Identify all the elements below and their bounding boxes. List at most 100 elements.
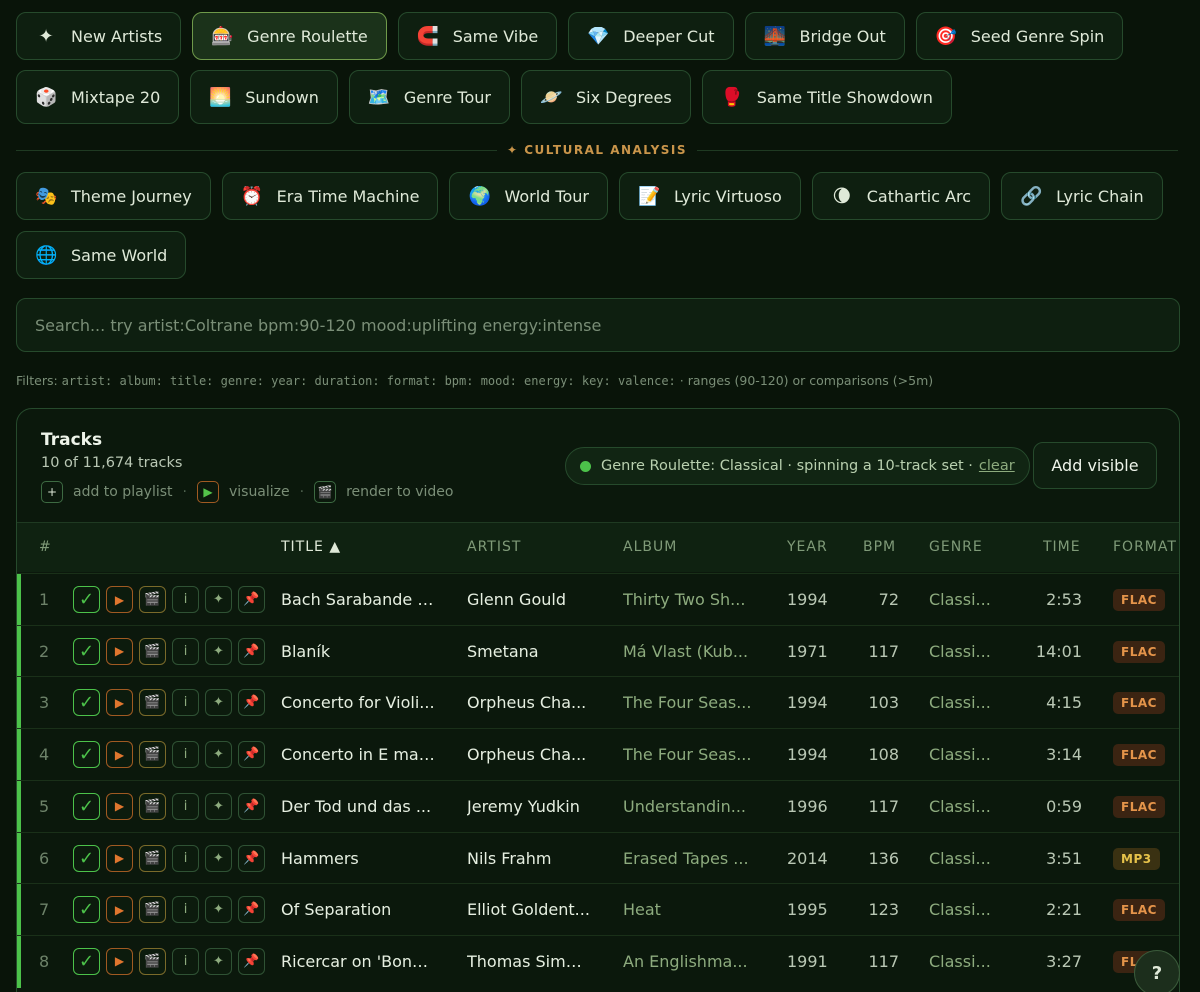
add-to-playlist-button[interactable]: ✓ [73, 947, 100, 975]
render-to-video-button[interactable]: 🎬 [139, 741, 166, 769]
status-text: Genre Roulette: Classical · spinning a 1… [601, 458, 973, 474]
tracks-count: 10 of 11,674 tracks [41, 455, 183, 471]
visualize-button[interactable]: ▶ [106, 792, 133, 820]
info-button[interactable]: i [172, 637, 199, 665]
mode-button-lyric-virtuoso[interactable]: 📝 Lyric Virtuoso [618, 172, 801, 220]
info-button[interactable]: i [172, 792, 199, 820]
visualize-button[interactable]: ▶ [106, 586, 133, 613]
add-to-playlist-button[interactable]: ✓ [73, 741, 100, 769]
info-button[interactable]: i [172, 586, 199, 613]
filter-hint: Filters: artist: album: title: genre: ye… [16, 373, 933, 388]
visualize-button[interactable]: ▶ [106, 896, 133, 924]
mode-button-same-world[interactable]: 🌐 Same World [16, 231, 187, 279]
mode-button-deeper-cut[interactable]: 💎 Deeper Cut [568, 12, 734, 60]
column-header-artist[interactable]: ARTIST [467, 539, 521, 555]
column-header-time[interactable]: TIME [1043, 539, 1081, 555]
column-header-album[interactable]: ALBUM [623, 539, 677, 555]
mode-button-world-tour[interactable]: 🌍 World Tour [449, 172, 608, 220]
add-to-playlist-button[interactable]: ✓ [73, 896, 100, 924]
table-row[interactable]: 7 ✓ ▶ 🎬 i ✦ 📌 Of Separation Elliot Goldent... Hea… [17, 883, 1179, 937]
info-button[interactable]: i [172, 689, 199, 717]
track-bpm: 103 [868, 693, 899, 713]
mode-button-new-artists[interactable]: ✦ New Artists [16, 12, 182, 60]
mode-button-genre-tour[interactable]: 🗺️ Genre Tour [348, 70, 510, 124]
similar-button[interactable]: ✦ [205, 896, 232, 924]
pin-button[interactable]: 📌 [238, 689, 265, 717]
column-header-number[interactable]: # [39, 539, 52, 555]
visualize-button[interactable]: ▶ [106, 844, 133, 872]
add-to-playlist-button[interactable]: ✓ [73, 689, 100, 717]
info-button[interactable]: i [172, 947, 199, 975]
mode-button-same-vibe[interactable]: 🧲 Same Vibe [397, 12, 558, 60]
mode-button-seed-genre-spin[interactable]: 🎯 Seed Genre Spin [915, 12, 1124, 60]
pin-button[interactable]: 📌 [238, 896, 265, 924]
visualize-button[interactable]: ▶ [106, 741, 133, 769]
pin-button[interactable]: 📌 [238, 637, 265, 665]
pin-button[interactable]: 📌 [238, 947, 265, 975]
help-button[interactable]: ? [1134, 950, 1180, 992]
table-row[interactable]: 3 ✓ ▶ 🎬 i ✦ 📌 Concerto for Violi... Orpheus Cha.… [17, 676, 1179, 730]
search-input[interactable] [16, 298, 1180, 352]
alarm-clock-icon: ⏰ [240, 185, 264, 207]
moon-icon: 🌘 [832, 185, 852, 207]
pin-button[interactable]: 📌 [238, 586, 265, 613]
column-header-format[interactable]: FORMAT [1113, 539, 1177, 555]
add-to-playlist-button[interactable]: ✓ [73, 844, 100, 872]
mode-button-mixtape-20[interactable]: 🎲 Mixtape 20 [16, 70, 180, 124]
render-to-video-button[interactable]: 🎬 [139, 586, 166, 613]
pin-button[interactable]: 📌 [238, 792, 265, 820]
render-to-video-button[interactable]: 🎬 [139, 844, 166, 872]
mode-button-era-time-machine[interactable]: ⏰ Era Time Machine [221, 172, 439, 220]
add-to-playlist-button[interactable]: ✓ [73, 586, 100, 613]
similar-button[interactable]: ✦ [205, 586, 232, 613]
add-to-playlist-button[interactable]: ✓ [73, 637, 100, 665]
mode-button-same-title-showdown[interactable]: 🥊 Same Title Showdown [701, 70, 952, 124]
table-row[interactable]: 6 ✓ ▶ 🎬 i ✦ 📌 Hammers Nils Frahm Erased Tapes ...… [17, 831, 1179, 885]
row-accent-bar [17, 729, 21, 782]
similar-button[interactable]: ✦ [205, 792, 232, 820]
pin-icon: 📌 [243, 953, 260, 969]
table-row[interactable]: 2 ✓ ▶ 🎬 i ✦ 📌 Blaník Smetana Má Vlast (Kub... 1971… [17, 624, 1179, 678]
info-button[interactable]: i [172, 741, 199, 769]
column-header-bpm[interactable]: BPM [863, 539, 896, 555]
clear-link[interactable]: clear [979, 458, 1015, 474]
mode-button-bridge-out[interactable]: 🌉 Bridge Out [744, 12, 905, 60]
pin-button[interactable]: 📌 [238, 741, 265, 769]
filter-hint-keys: artist: album: title: genre: year: durat… [61, 374, 676, 388]
row-actions: ✓ ▶ 🎬 i ✦ 📌 [73, 586, 265, 613]
column-header-genre[interactable]: GENRE [929, 539, 983, 555]
similar-button[interactable]: ✦ [205, 844, 232, 872]
mode-button-six-degrees[interactable]: 🪐 Six Degrees [520, 70, 691, 124]
add-visible-button[interactable]: Add visible [1033, 442, 1157, 489]
mode-button-genre-roulette[interactable]: 🎰 Genre Roulette [192, 12, 387, 60]
column-header-title[interactable]: TITLE ▲ [281, 539, 341, 555]
format-badge: FLAC [1113, 795, 1165, 818]
column-header-year[interactable]: YEAR [787, 539, 828, 555]
table-row[interactable]: 1 ✓ ▶ 🎬 i ✦ 📌 Bach Sarabande f... Glenn Gould Thi… [17, 573, 1179, 626]
render-to-video-button[interactable]: 🎬 [139, 637, 166, 665]
render-to-video-button[interactable]: 🎬 [139, 792, 166, 820]
info-button[interactable]: i [172, 844, 199, 872]
mode-button-theme-journey[interactable]: 🎭 Theme Journey [16, 172, 211, 220]
mode-button-sundown[interactable]: 🌅 Sundown [190, 70, 338, 124]
similar-button[interactable]: ✦ [205, 637, 232, 665]
track-year: 1971 [787, 641, 828, 661]
table-row[interactable]: 8 ✓ ▶ 🎬 i ✦ 📌 Ricercar on 'Bonn... Thomas Simp..… [17, 934, 1179, 988]
render-to-video-button[interactable]: 🎬 [139, 689, 166, 717]
visualize-button[interactable]: ▶ [106, 637, 133, 665]
table-row[interactable]: 5 ✓ ▶ 🎬 i ✦ 📌 Der Tod und das ... Jeremy Yudkin U… [17, 779, 1179, 833]
info-button[interactable]: i [172, 896, 199, 924]
render-to-video-button[interactable]: 🎬 [139, 896, 166, 924]
similar-button[interactable]: ✦ [205, 947, 232, 975]
similar-button[interactable]: ✦ [205, 689, 232, 717]
mode-button-cathartic-arc[interactable]: 🌘 Cathartic Arc [811, 172, 991, 220]
visualize-button[interactable]: ▶ [106, 689, 133, 717]
pin-button[interactable]: 📌 [238, 844, 265, 872]
mode-button-lyric-chain[interactable]: 🔗 Lyric Chain [1001, 172, 1163, 220]
render-to-video-button[interactable]: 🎬 [139, 947, 166, 975]
similar-button[interactable]: ✦ [205, 741, 232, 769]
pin-icon: 📌 [243, 695, 260, 711]
add-to-playlist-button[interactable]: ✓ [73, 792, 100, 820]
visualize-button[interactable]: ▶ [106, 947, 133, 975]
table-row[interactable]: 4 ✓ ▶ 🎬 i ✦ 📌 Concerto in E maj... Orpheus Cha..… [17, 728, 1179, 782]
